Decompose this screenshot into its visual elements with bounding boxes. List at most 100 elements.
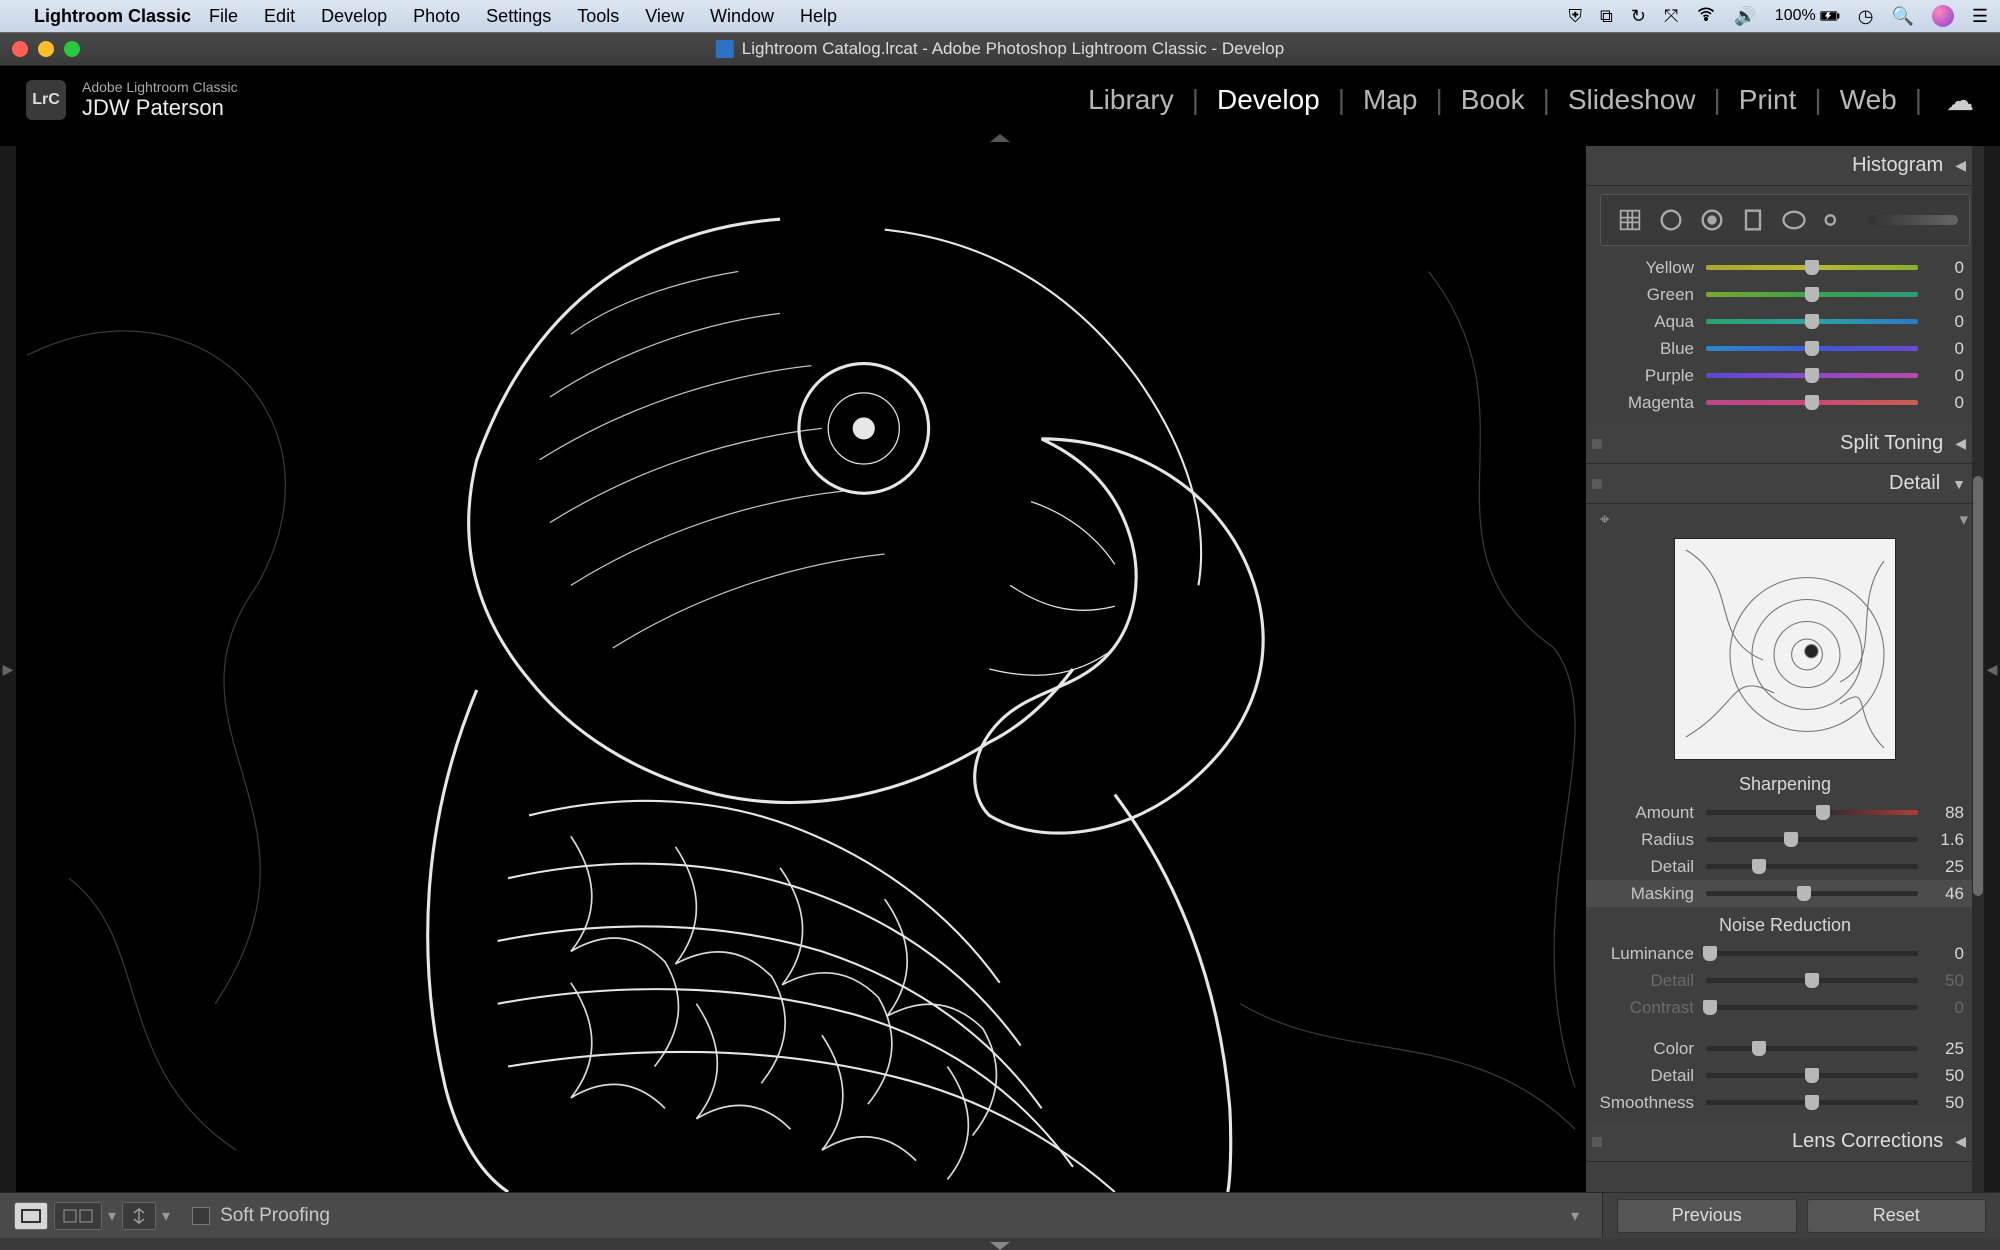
slider-thumb[interactable] bbox=[1805, 395, 1819, 410]
left-panel-handle[interactable]: ▶ bbox=[0, 146, 16, 1192]
slider-track[interactable] bbox=[1706, 400, 1918, 405]
module-develop[interactable]: Develop bbox=[1209, 84, 1328, 116]
scrollbar-thumb[interactable] bbox=[1973, 476, 1983, 896]
slider-track[interactable] bbox=[1706, 810, 1918, 815]
hue-blue-slider[interactable]: Blue0 bbox=[1586, 335, 1984, 362]
hue-magenta-slider[interactable]: Magenta0 bbox=[1586, 389, 1984, 416]
slider-thumb[interactable] bbox=[1805, 287, 1819, 302]
module-library[interactable]: Library bbox=[1080, 84, 1182, 116]
soft-proofing-checkbox[interactable]: Soft Proofing bbox=[192, 1205, 330, 1227]
slider-track[interactable] bbox=[1706, 1046, 1918, 1051]
menu-file[interactable]: File bbox=[209, 6, 238, 27]
panel-scrollbar[interactable] bbox=[1972, 146, 1984, 1192]
menu-settings[interactable]: Settings bbox=[486, 6, 551, 27]
panel-switch-icon[interactable] bbox=[1592, 479, 1602, 489]
identity-plate[interactable]: Adobe Lightroom Classic JDW Paterson bbox=[82, 79, 238, 121]
menu-help[interactable]: Help bbox=[800, 6, 837, 27]
noise-detail-slider[interactable]: Detail50 bbox=[1586, 1062, 1984, 1089]
hue-purple-slider[interactable]: Purple0 bbox=[1586, 362, 1984, 389]
slider-track[interactable] bbox=[1706, 951, 1918, 956]
noise-detail-slider[interactable]: Detail50 bbox=[1586, 967, 1984, 994]
noise-contrast-slider[interactable]: Contrast0 bbox=[1586, 994, 1984, 1021]
slider-thumb[interactable] bbox=[1752, 859, 1766, 874]
slider-thumb[interactable] bbox=[1805, 1095, 1819, 1110]
slider-track[interactable] bbox=[1706, 1073, 1918, 1078]
sync-icon[interactable]: ⤧ bbox=[1664, 6, 1678, 27]
sharpening-detail-slider[interactable]: Detail25 bbox=[1586, 853, 1984, 880]
menu-develop[interactable]: Develop bbox=[321, 6, 387, 27]
slider-thumb[interactable] bbox=[1805, 314, 1819, 329]
top-panel-handle[interactable] bbox=[0, 134, 2000, 146]
image-canvas[interactable] bbox=[16, 146, 1586, 1192]
lens-corrections-panel-header[interactable]: Lens Corrections ◀ bbox=[1586, 1122, 1984, 1162]
slider-thumb[interactable] bbox=[1816, 805, 1830, 820]
menu-edit[interactable]: Edit bbox=[264, 6, 295, 27]
detail-disclosure-icon[interactable]: ▾ bbox=[1959, 510, 1968, 530]
slider-thumb[interactable] bbox=[1752, 1041, 1766, 1056]
toolbar-options-icon[interactable]: ▾ bbox=[1562, 1203, 1588, 1229]
close-window-button[interactable] bbox=[12, 41, 28, 57]
module-map[interactable]: Map bbox=[1355, 84, 1425, 116]
battery-status[interactable]: 100% bbox=[1775, 6, 1840, 26]
before-after-swap-button[interactable] bbox=[122, 1202, 156, 1230]
detail-panel-header[interactable]: Detail ▼ bbox=[1586, 464, 1984, 504]
filmstrip-handle[interactable] bbox=[0, 1238, 2000, 1250]
split-toning-panel-header[interactable]: Split Toning ◀ bbox=[1586, 424, 1984, 464]
menu-photo[interactable]: Photo bbox=[413, 6, 460, 27]
before-after-menu-icon[interactable]: ▾ bbox=[108, 1206, 116, 1226]
slider-thumb[interactable] bbox=[1797, 886, 1811, 901]
slider-thumb[interactable] bbox=[1805, 973, 1819, 988]
detail-target-icon[interactable]: ⌖ bbox=[1600, 510, 1610, 530]
exposure-mini-slider[interactable] bbox=[1868, 215, 1958, 225]
sharpening-amount-slider[interactable]: Amount88 bbox=[1586, 799, 1984, 826]
redeye-tool-icon[interactable] bbox=[1694, 202, 1730, 238]
traffic-lights[interactable] bbox=[12, 41, 80, 57]
detail-preview[interactable] bbox=[1674, 538, 1896, 760]
slider-track[interactable] bbox=[1706, 1005, 1918, 1010]
menu-view[interactable]: View bbox=[645, 6, 684, 27]
reset-button[interactable]: Reset bbox=[1807, 1199, 1987, 1233]
slider-track[interactable] bbox=[1706, 265, 1918, 270]
clock-icon[interactable]: ◷ bbox=[1858, 6, 1874, 27]
panel-switch-icon[interactable] bbox=[1592, 1137, 1602, 1147]
radial-filter-tool-icon[interactable] bbox=[1776, 202, 1812, 238]
slider-track[interactable] bbox=[1706, 292, 1918, 297]
module-slideshow[interactable]: Slideshow bbox=[1560, 84, 1704, 116]
histogram-panel-header[interactable]: Histogram ◀ bbox=[1586, 146, 1984, 186]
swap-menu-icon[interactable]: ▾ bbox=[162, 1206, 170, 1226]
slider-thumb[interactable] bbox=[1805, 368, 1819, 383]
module-book[interactable]: Book bbox=[1453, 84, 1533, 116]
slider-track[interactable] bbox=[1706, 978, 1918, 983]
slider-thumb[interactable] bbox=[1784, 832, 1798, 847]
hue-green-slider[interactable]: Green0 bbox=[1586, 281, 1984, 308]
before-after-button[interactable] bbox=[54, 1202, 102, 1230]
slider-track[interactable] bbox=[1706, 837, 1918, 842]
module-print[interactable]: Print bbox=[1731, 84, 1805, 116]
menu-tools[interactable]: Tools bbox=[577, 6, 619, 27]
previous-button[interactable]: Previous bbox=[1617, 1199, 1797, 1233]
slider-track[interactable] bbox=[1706, 319, 1918, 324]
noise-color-slider[interactable]: Color25 bbox=[1586, 1035, 1984, 1062]
graduated-filter-tool-icon[interactable] bbox=[1735, 202, 1771, 238]
spot-removal-tool-icon[interactable] bbox=[1653, 202, 1689, 238]
noise-smoothness-slider[interactable]: Smoothness50 bbox=[1586, 1089, 1984, 1116]
slider-thumb[interactable] bbox=[1703, 946, 1717, 961]
slider-track[interactable] bbox=[1706, 864, 1918, 869]
slider-track[interactable] bbox=[1706, 346, 1918, 351]
loupe-view-button[interactable] bbox=[14, 1202, 48, 1230]
module-web[interactable]: Web bbox=[1832, 84, 1905, 116]
brush-tool-icon[interactable] bbox=[1817, 202, 1853, 238]
slider-thumb[interactable] bbox=[1805, 341, 1819, 356]
sharpening-radius-slider[interactable]: Radius1.6 bbox=[1586, 826, 1984, 853]
volume-icon[interactable]: 🔊 bbox=[1734, 6, 1756, 27]
crop-tool-icon[interactable] bbox=[1612, 202, 1648, 238]
slider-track[interactable] bbox=[1706, 373, 1918, 378]
noise-luminance-slider[interactable]: Luminance0 bbox=[1586, 940, 1984, 967]
spotlight-icon[interactable]: 🔍 bbox=[1891, 6, 1913, 27]
wifi-icon[interactable] bbox=[1696, 4, 1716, 29]
minimize-window-button[interactable] bbox=[38, 41, 54, 57]
panel-switch-icon[interactable] bbox=[1592, 439, 1602, 449]
zoom-window-button[interactable] bbox=[64, 41, 80, 57]
time-machine-icon[interactable]: ↻ bbox=[1631, 6, 1646, 27]
control-center-icon[interactable]: ☰ bbox=[1972, 6, 1988, 27]
